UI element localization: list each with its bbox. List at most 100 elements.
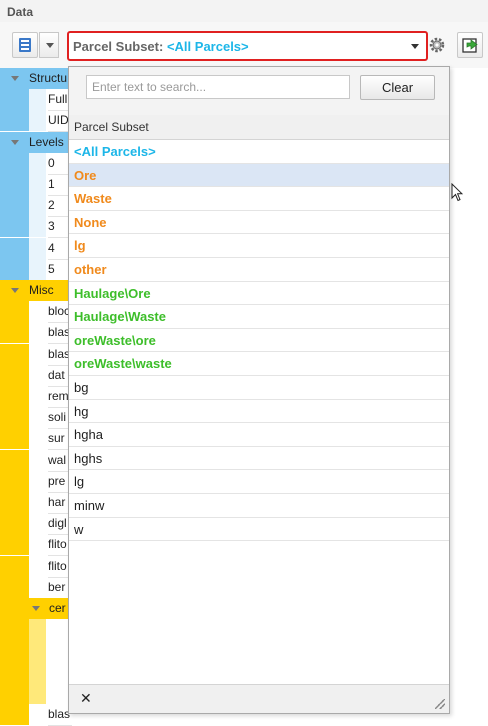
tree-row-gutter xyxy=(29,576,46,598)
tree-row[interactable]: 4 xyxy=(0,237,72,260)
tree-row-indent xyxy=(0,174,29,195)
tree-row-indent xyxy=(0,576,29,598)
list-item[interactable]: <All Parcels> xyxy=(69,140,449,164)
tree-row[interactable]: 0 xyxy=(0,152,72,175)
close-icon[interactable]: ✕ xyxy=(80,690,92,707)
tree-row[interactable]: soli xyxy=(0,407,72,430)
list-item-label: bg xyxy=(74,380,89,395)
tree-row[interactable]: Full xyxy=(0,89,72,112)
tree-row-gutter xyxy=(29,386,46,407)
export-button[interactable] xyxy=(457,32,483,58)
tree-row-gutter xyxy=(29,216,46,238)
list-header-label: Parcel Subset xyxy=(74,120,149,134)
tree-row[interactable]: flito xyxy=(0,555,72,578)
tree-row-indent xyxy=(0,428,29,450)
list-item[interactable]: Haulage\Waste xyxy=(69,305,449,329)
tree-row-indent xyxy=(0,449,29,471)
tree-row-indent xyxy=(0,534,29,556)
tree-row-indent xyxy=(0,237,29,259)
tree-row[interactable]: 1 xyxy=(0,174,72,196)
panel-title-bar: Data xyxy=(0,0,488,23)
subset-settings-button[interactable] xyxy=(427,34,447,56)
expand-triangle-icon[interactable] xyxy=(11,139,19,145)
tree-row-gutter xyxy=(29,428,46,450)
parcel-subset-dropdown: Clear Parcel Subset <All Parcels> Ore Wast… xyxy=(68,66,450,714)
tree-row[interactable]: rem xyxy=(0,386,72,408)
tree-row-gutter xyxy=(29,152,46,174)
tree-row-gutter xyxy=(29,110,46,132)
list-item[interactable]: bg xyxy=(69,376,449,400)
tree-row[interactable]: sur xyxy=(0,428,72,451)
property-tree: Structu Full UID Levels 0 1 2 3 4 5 Misc bloc blas bl… xyxy=(0,68,72,726)
list-item-label: minw xyxy=(74,498,105,513)
expand-triangle-icon[interactable] xyxy=(11,288,19,293)
save-layout-button[interactable] xyxy=(12,32,38,58)
list-item[interactable]: hghs xyxy=(69,447,449,471)
tree-row[interactable]: ber xyxy=(0,576,72,599)
tree-row[interactable]: 5 xyxy=(0,258,72,281)
tree-group[interactable]: Levels xyxy=(0,131,70,153)
list-item[interactable]: hg xyxy=(69,400,449,424)
list-item-label: hgha xyxy=(74,427,103,443)
tree-row-gutter xyxy=(29,534,46,556)
parcel-subset-label: Parcel Subset: xyxy=(73,39,164,54)
list-item[interactable]: oreWaste\waste xyxy=(69,352,449,376)
tree-row-indent xyxy=(0,492,29,513)
resize-grip-icon[interactable] xyxy=(435,699,445,709)
tree-group[interactable]: Structu xyxy=(0,68,70,89)
list-item[interactable]: lg xyxy=(69,470,449,494)
tree-row-indent xyxy=(0,301,29,323)
tree-row[interactable]: digl xyxy=(0,513,72,536)
list-item[interactable]: hgha xyxy=(69,423,449,447)
tree-row[interactable]: flito xyxy=(0,534,72,557)
list-item[interactable]: oreWaste\ore xyxy=(69,329,449,353)
expand-triangle-icon[interactable] xyxy=(32,606,40,611)
list-item-label: Haulage\Waste xyxy=(74,309,166,325)
list-item[interactable]: None xyxy=(69,211,449,235)
tree-row[interactable]: UID xyxy=(0,110,72,133)
export-icon xyxy=(462,38,478,53)
mouse-cursor-icon xyxy=(451,183,463,202)
list-item-label: Waste xyxy=(74,191,112,207)
list-item[interactable]: minw xyxy=(69,494,449,518)
clear-button[interactable]: Clear xyxy=(360,75,435,100)
tree-row-indent xyxy=(0,364,29,386)
list-item-label: oreWaste\waste xyxy=(74,356,172,372)
parcel-subset-label-wrap: Parcel Subset: <All Parcels> xyxy=(73,39,249,54)
tree-group[interactable]: cer xyxy=(0,598,70,619)
search-input[interactable] xyxy=(86,75,350,99)
list-item[interactable]: Waste xyxy=(69,187,449,211)
tree-row[interactable]: pre xyxy=(0,470,72,493)
tree-row[interactable]: blas xyxy=(0,343,72,366)
tree-row-indent xyxy=(0,195,29,217)
tree-row[interactable]: 2 xyxy=(0,195,72,218)
tree-row[interactable]: har xyxy=(0,492,72,514)
tree-expanded-block xyxy=(0,619,70,704)
list-item[interactable]: Ore xyxy=(69,163,449,188)
list-item[interactable]: Haulage\Ore xyxy=(69,282,449,306)
tree-row-gutter xyxy=(29,195,46,217)
tree-row-gutter xyxy=(29,174,46,195)
tree-row[interactable]: blas xyxy=(0,322,72,345)
popup-footer: ✕ xyxy=(69,684,449,713)
tree-row-gutter xyxy=(29,470,46,492)
tree-row[interactable]: wal xyxy=(0,449,72,472)
tree-group[interactable]: Misc xyxy=(0,280,70,301)
list-item[interactable]: other xyxy=(69,258,449,282)
list-item[interactable]: lg xyxy=(69,234,449,258)
tree-row-indent xyxy=(0,89,29,111)
list-item-label: hghs xyxy=(74,450,103,466)
tree-row[interactable]: 3 xyxy=(0,216,72,239)
layout-dropdown-button[interactable] xyxy=(39,32,59,58)
tree-row-gutter xyxy=(29,237,46,259)
tree-group-label: Levels xyxy=(29,134,64,149)
tree-row-indent xyxy=(0,322,29,344)
expand-triangle-icon[interactable] xyxy=(11,76,19,81)
tree-row[interactable]: blas xyxy=(0,704,72,726)
tree-row[interactable]: bloc xyxy=(0,301,72,324)
tree-row[interactable]: dat xyxy=(0,364,72,387)
list-item[interactable]: w xyxy=(69,518,449,542)
tree-row-indent xyxy=(0,407,29,429)
chevron-down-icon[interactable] xyxy=(406,36,424,56)
parcel-subset-combobox[interactable]: Parcel Subset: <All Parcels> xyxy=(67,31,428,61)
